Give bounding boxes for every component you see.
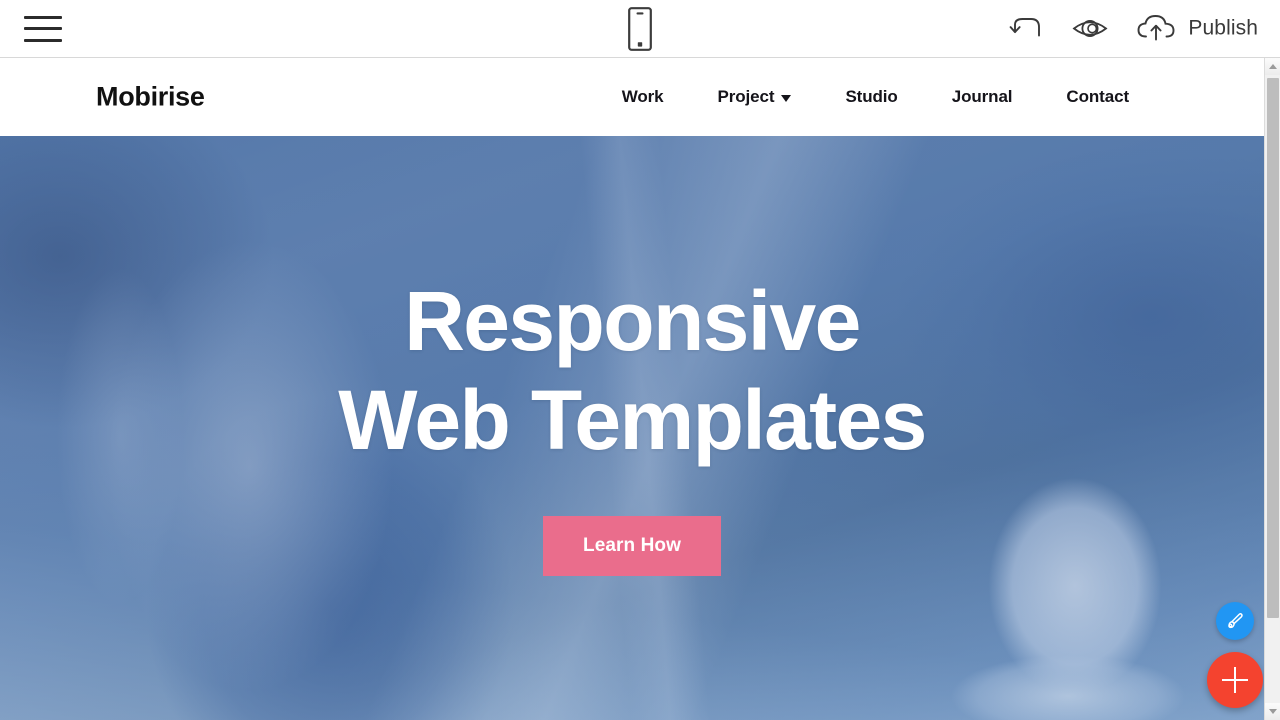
nav-item-work[interactable]: Work <box>595 87 691 107</box>
hero-title-line-1: Responsive <box>404 273 861 368</box>
nav-item-label: Project <box>717 87 775 106</box>
hamburger-line <box>24 15 62 19</box>
nav-item-label: Work <box>621 87 664 106</box>
mobile-device-icon[interactable] <box>627 6 653 52</box>
hamburger-line <box>24 38 62 42</box>
site-navbar: Mobirise Work Project Studio Journal Con… <box>0 58 1264 136</box>
scroll-up-glyph <box>1268 64 1277 69</box>
learn-how-button[interactable]: Learn How <box>542 516 722 577</box>
nav-item-studio[interactable]: Studio <box>818 87 924 107</box>
hamburger-line <box>24 27 62 30</box>
publish-button[interactable]: Publish <box>1134 11 1258 46</box>
nav-item-label: Studio <box>845 87 898 106</box>
scroll-down-arrow-icon[interactable] <box>1265 703 1280 720</box>
hero-title: Responsive Web Templates <box>338 272 927 470</box>
toolbar-actions: Publish <box>1008 11 1258 46</box>
site-logo[interactable]: Mobirise <box>96 82 205 113</box>
scrollbar-thumb[interactable] <box>1267 78 1279 618</box>
chevron-down-icon <box>781 95 792 102</box>
hero-content: Responsive Web Templates Learn How <box>0 136 1264 720</box>
nav-item-contact[interactable]: Contact <box>1039 87 1156 107</box>
site-nav-menu: Work Project Studio Journal Contact <box>595 87 1156 107</box>
add-block-button[interactable] <box>1207 652 1263 708</box>
paintbrush-icon[interactable] <box>1216 602 1254 640</box>
nav-item-journal[interactable]: Journal <box>925 87 1040 107</box>
page-preview-canvas: Mobirise Work Project Studio Journal Con… <box>0 58 1280 720</box>
nav-item-label: Journal <box>951 87 1013 106</box>
scroll-down-glyph <box>1268 709 1277 714</box>
hero-section: Responsive Web Templates Learn How <box>0 136 1264 720</box>
nav-item-project[interactable]: Project <box>691 87 819 107</box>
editor-toolbar: Publish <box>0 0 1280 58</box>
page-scrollbar[interactable] <box>1264 58 1280 720</box>
eye-preview-icon[interactable] <box>1070 14 1110 44</box>
scroll-up-arrow-icon[interactable] <box>1265 58 1280 75</box>
hamburger-menu-icon[interactable] <box>24 15 62 42</box>
undo-arrow-icon[interactable] <box>1008 14 1046 44</box>
hero-title-line-2: Web Templates <box>338 373 927 467</box>
nav-item-label: Contact <box>1066 87 1129 106</box>
publish-label: Publish <box>1188 16 1258 40</box>
cloud-upload-icon <box>1134 11 1178 46</box>
